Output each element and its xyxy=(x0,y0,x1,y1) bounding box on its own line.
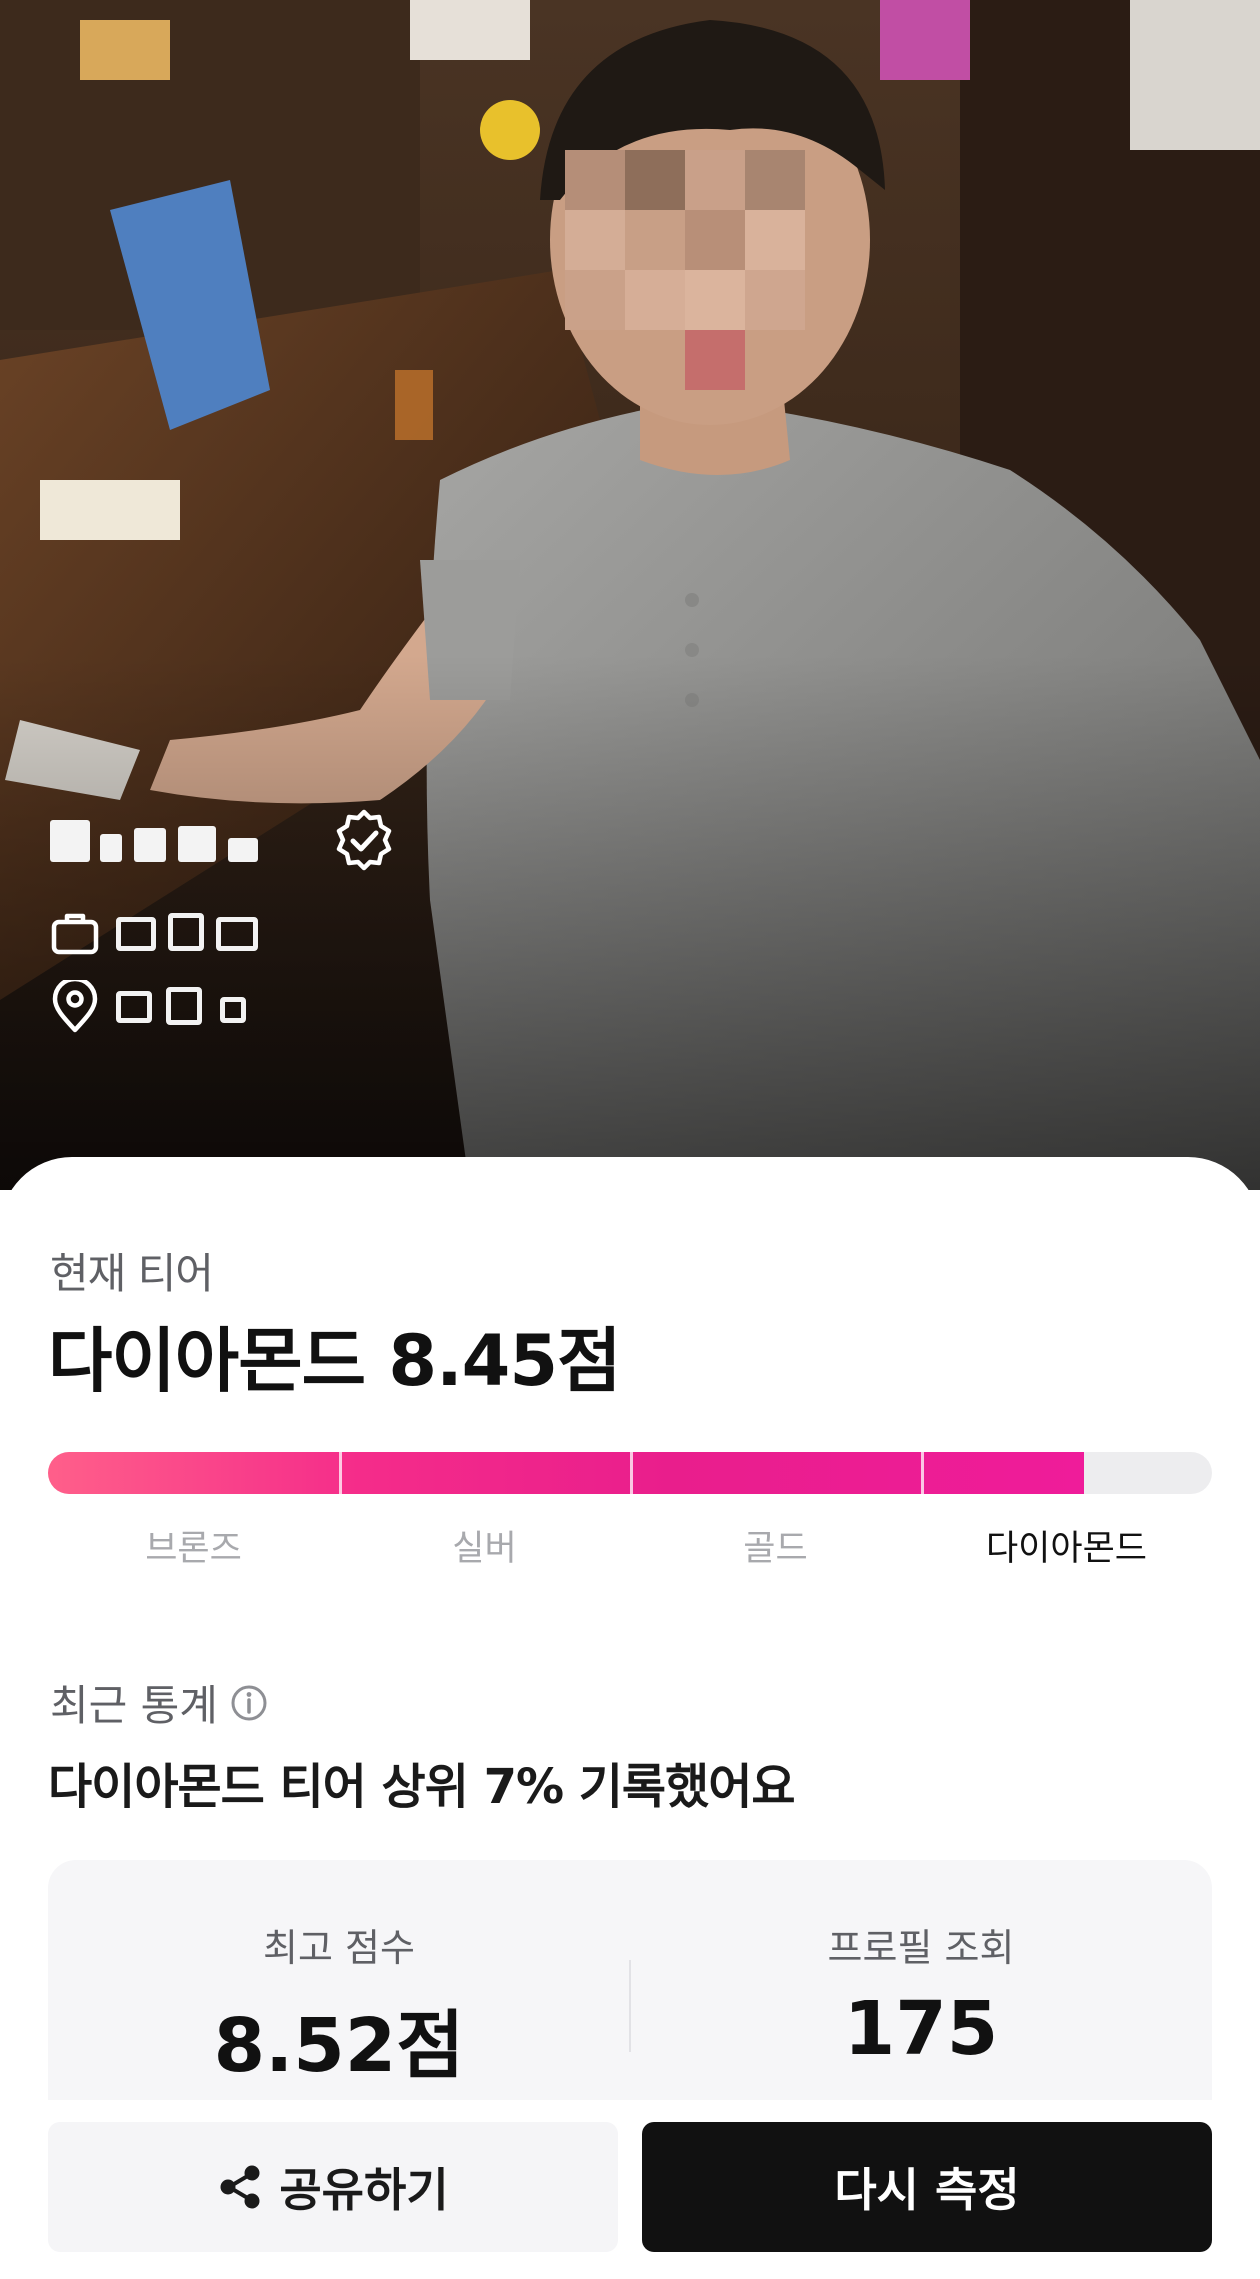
profile-job-row xyxy=(50,903,396,963)
tier-divider xyxy=(921,1452,924,1494)
best-score-label: 최고 점수 xyxy=(263,1926,415,1970)
tier-level-bronze: 브론즈 xyxy=(145,1529,242,1569)
profile-views-value: 175 xyxy=(843,1986,999,2072)
profile-location-row xyxy=(50,977,396,1037)
tier-level-diamond: 다이아몬드 xyxy=(985,1529,1147,1569)
tier-divider xyxy=(630,1452,633,1494)
redacted-profile-job xyxy=(116,911,316,955)
share-icon xyxy=(217,2163,263,2211)
briefcase-icon xyxy=(50,908,100,958)
location-pin-icon xyxy=(50,980,100,1034)
current-tier-title: 다이아몬드 8.45점 xyxy=(48,1320,621,1402)
profile-overlay xyxy=(50,805,396,1037)
share-button-label: 공유하기 xyxy=(279,2163,449,2217)
stats-card: 최고 점수 8.52점 프로필 조회 175 xyxy=(48,1860,1212,2100)
remeasure-button-label: 다시 측정 xyxy=(834,2163,1020,2217)
best-score-value: 8.52점 xyxy=(213,2003,465,2089)
share-button[interactable]: 공유하기 xyxy=(48,2122,618,2252)
profile-views-stat: 프로필 조회 175 xyxy=(630,1860,1212,2072)
tier-progress-fill xyxy=(48,1452,1084,1494)
tier-level-labels: 브론즈 실버 골드 다이아몬드 xyxy=(48,1520,1212,1570)
redacted-profile-name xyxy=(50,814,310,866)
profile-views-label: 프로필 조회 xyxy=(827,1926,1015,1970)
tier-level-silver: 실버 xyxy=(452,1529,517,1569)
app-screen: 현재 티어 다이아몬드 8.45점 브론즈 실버 골드 다이아몬드 최근 통계 xyxy=(0,0,1260,2279)
profile-photo xyxy=(0,0,1260,1190)
current-tier-caption: 현재 티어 xyxy=(50,1249,214,1298)
info-circle-icon[interactable] xyxy=(230,1684,268,1722)
tier-divider xyxy=(339,1452,342,1494)
tier-sheet: 현재 티어 다이아몬드 8.45점 브론즈 실버 골드 다이아몬드 최근 통계 xyxy=(0,1157,1260,2279)
profile-name-row xyxy=(50,805,396,875)
tier-progress-bar xyxy=(48,1452,1212,1494)
best-score-stat: 최고 점수 8.52점 xyxy=(48,1860,630,2093)
recent-stats-label: 최근 통계 xyxy=(50,1681,218,1730)
tier-level-gold: 골드 xyxy=(743,1529,808,1569)
recent-stats-description: 다이아몬드 티어 상위 7% 기록했어요 xyxy=(48,1759,796,1815)
recent-stats-caption: 최근 통계 xyxy=(50,1672,268,1733)
remeasure-button[interactable]: 다시 측정 xyxy=(642,2122,1212,2252)
verified-badge-icon xyxy=(332,808,396,872)
redacted-profile-location xyxy=(116,985,316,1029)
